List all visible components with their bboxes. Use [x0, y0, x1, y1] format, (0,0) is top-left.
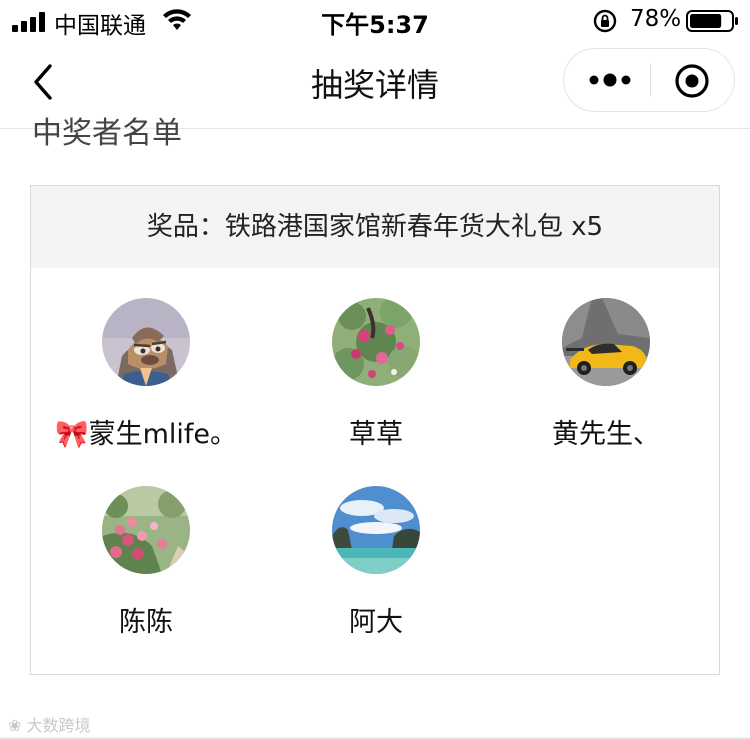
winner-name: 🎀蒙生mlife。	[54, 419, 238, 450]
winner-item[interactable]: 🎀蒙生mlife。	[31, 298, 261, 451]
winner-item[interactable]: 阿大	[261, 486, 491, 639]
flower-garden-avatar	[102, 486, 190, 574]
sky-sea-avatar	[332, 486, 420, 574]
orientation-lock-icon	[593, 9, 617, 33]
close-target-icon[interactable]	[674, 63, 710, 99]
winner-name: 陈陈	[119, 607, 173, 638]
winner-grid: 🎀蒙生mlife。 草草 黄先生、 陈陈 阿大	[31, 268, 719, 674]
prize-label: 奖品：铁路港国家馆新春年货大礼包 x5	[31, 186, 719, 268]
watermark-text: 大数跨境	[26, 716, 91, 735]
more-dots-icon[interactable]	[588, 69, 632, 91]
cartoon-fox-avatar	[102, 298, 190, 386]
miniprogram-capsule	[563, 48, 735, 112]
battery-icon	[686, 10, 738, 32]
watermark: ❀ 大数跨境	[8, 712, 91, 736]
winner-name: 阿大	[349, 607, 403, 638]
pink-flowers-avatar	[332, 298, 420, 386]
lottery-detail-screen: 中国联通 下午5:37 78% 抽奖详情 中奖者名单 奖品：铁路港国家馆新春年货…	[0, 0, 750, 739]
battery-percent: 78%	[630, 6, 682, 32]
winner-item[interactable]: 黄先生、	[491, 298, 719, 451]
winner-name: 黄先生、	[552, 419, 660, 450]
winners-section-title: 中奖者名单	[32, 116, 182, 151]
winner-item[interactable]: 草草	[261, 298, 491, 451]
winner-item[interactable]: 陈陈	[31, 486, 261, 639]
winner-name: 草草	[349, 419, 403, 450]
winners-card: 奖品：铁路港国家馆新春年货大礼包 x5 🎀蒙生mlife。 草草 黄先生、 陈陈…	[30, 185, 720, 675]
capsule-divider	[650, 63, 651, 97]
watermark-logo-icon: ❀	[8, 716, 22, 735]
yellow-sports-car-avatar	[562, 298, 650, 386]
status-bar: 中国联通 下午5:37 78%	[0, 0, 750, 42]
